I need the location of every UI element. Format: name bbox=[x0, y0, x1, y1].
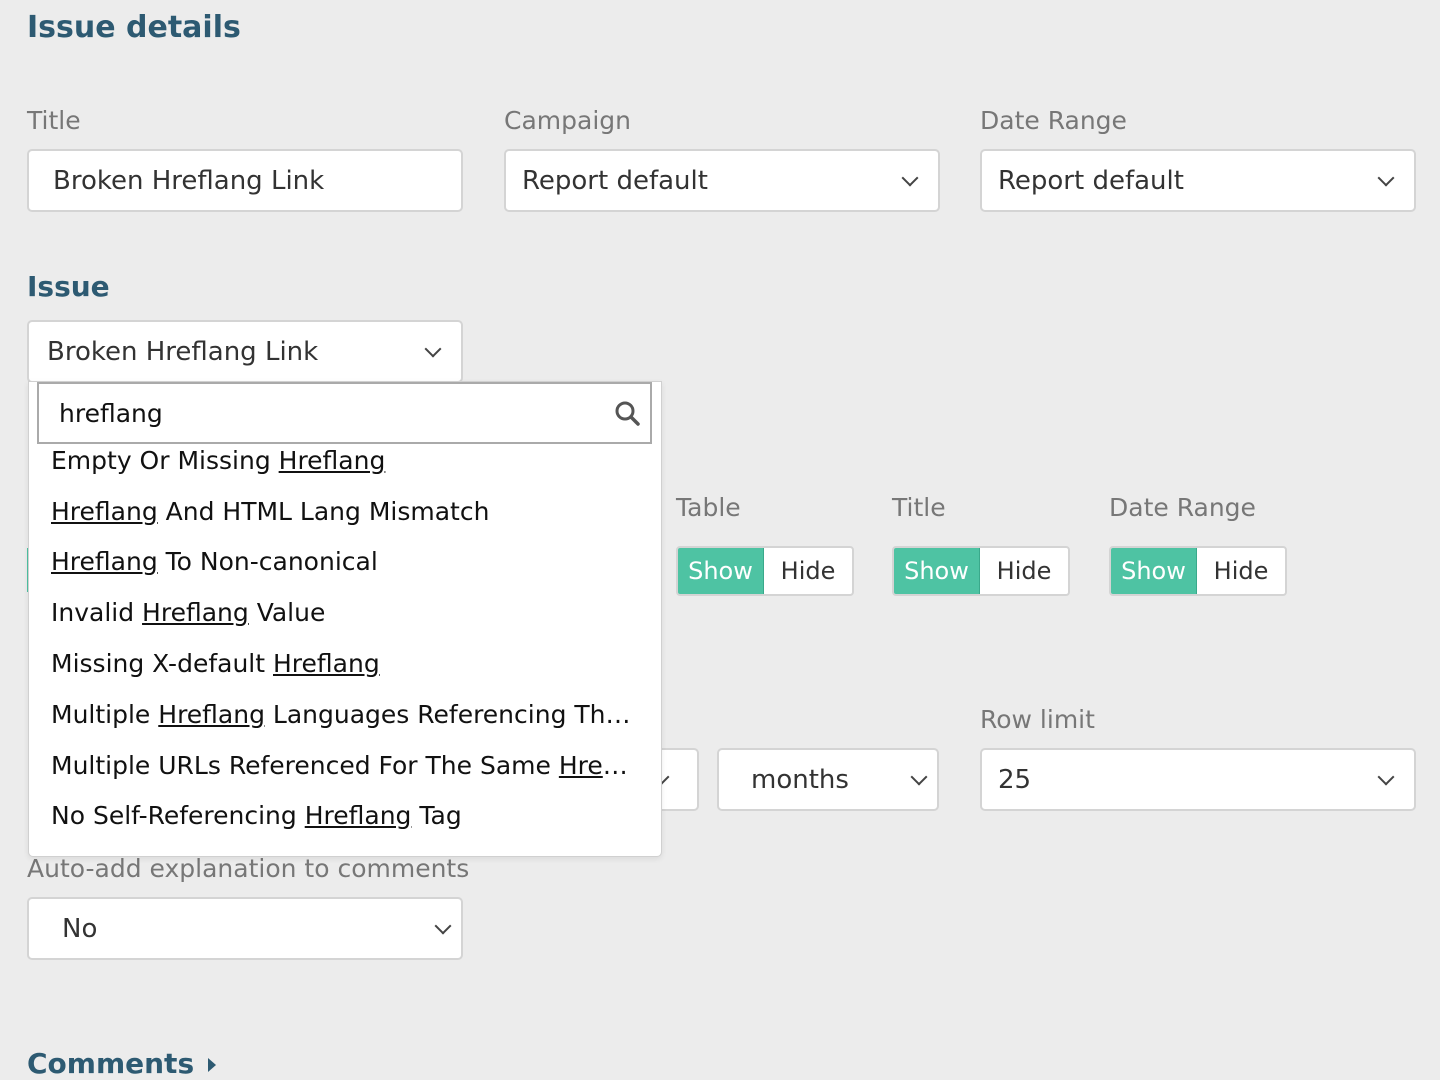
chevron-down-icon bbox=[1378, 174, 1392, 188]
date-range-label: Date Range bbox=[980, 106, 1127, 135]
period-unit-select[interactable]: months bbox=[717, 748, 939, 811]
chevron-down-icon bbox=[425, 345, 439, 359]
issue-select[interactable]: Broken Hreflang Link bbox=[27, 320, 463, 383]
auto-explanation-label: Auto-add explanation to comments bbox=[27, 854, 470, 883]
issue-dropdown-panel: Empty Or Missing Hreflang Hreflang And H… bbox=[28, 381, 662, 857]
title-label: Title bbox=[27, 106, 81, 135]
issue-option[interactable]: Multiple URLs Referenced For The Same Hr… bbox=[51, 751, 641, 780]
campaign-select-value: Report default bbox=[522, 165, 708, 196]
page-title: Issue details bbox=[27, 10, 241, 45]
issue-select-value: Broken Hreflang Link bbox=[47, 336, 319, 367]
title-visibility-toggle: Show Hide bbox=[892, 546, 1070, 596]
campaign-select[interactable]: Report default bbox=[504, 149, 940, 212]
issue-option[interactable]: Hreflang To Non-canonical bbox=[51, 547, 641, 576]
date-range-visibility-toggle: Show Hide bbox=[1109, 546, 1287, 596]
issue-option[interactable]: Missing X-default Hreflang bbox=[51, 649, 641, 678]
row-limit-select[interactable]: 25 bbox=[980, 748, 1416, 811]
row-limit-label: Row limit bbox=[980, 705, 1095, 734]
comments-toggle[interactable]: Comments bbox=[27, 1047, 217, 1080]
issue-search-input[interactable] bbox=[59, 398, 599, 428]
title-input[interactable]: Broken Hreflang Link bbox=[27, 149, 463, 212]
date-range-select-value: Report default bbox=[998, 165, 1184, 196]
chevron-down-icon bbox=[435, 922, 449, 936]
comments-label: Comments bbox=[27, 1047, 195, 1080]
table-show-button[interactable]: Show bbox=[678, 548, 764, 594]
title-toggle-label: Title bbox=[892, 493, 946, 522]
title-show-button[interactable]: Show bbox=[894, 548, 980, 594]
row-limit-value: 25 bbox=[998, 764, 1032, 795]
date-range-hide-button[interactable]: Hide bbox=[1197, 548, 1285, 594]
caret-right-icon bbox=[208, 1058, 217, 1072]
auto-explanation-value: No bbox=[62, 913, 98, 944]
search-icon bbox=[615, 401, 640, 426]
issue-option[interactable]: Hreflang And HTML Lang Mismatch bbox=[51, 497, 641, 526]
issue-search-box bbox=[37, 382, 652, 444]
issue-option[interactable]: No Self-Referencing Hreflang Tag bbox=[51, 801, 641, 830]
issue-option[interactable]: Invalid Hreflang Value bbox=[51, 598, 641, 627]
chevron-down-icon bbox=[1378, 773, 1392, 787]
table-toggle-label: Table bbox=[676, 493, 741, 522]
campaign-label: Campaign bbox=[504, 106, 631, 135]
table-hide-button[interactable]: Hide bbox=[764, 548, 852, 594]
issue-heading: Issue bbox=[27, 270, 110, 303]
date-range-select[interactable]: Report default bbox=[980, 149, 1416, 212]
date-range-show-button[interactable]: Show bbox=[1111, 548, 1197, 594]
chevron-down-icon bbox=[911, 773, 925, 787]
title-input-value: Broken Hreflang Link bbox=[53, 165, 325, 196]
issue-option[interactable]: Empty Or Missing Hreflang bbox=[51, 446, 641, 475]
auto-explanation-select[interactable]: No bbox=[27, 897, 463, 960]
chevron-down-icon bbox=[902, 174, 916, 188]
date-range-toggle-label: Date Range bbox=[1109, 493, 1256, 522]
title-hide-button[interactable]: Hide bbox=[980, 548, 1068, 594]
table-visibility-toggle: Show Hide bbox=[676, 546, 854, 596]
issue-option[interactable]: Multiple Hreflang Languages Referencing … bbox=[51, 700, 641, 729]
period-unit-value: months bbox=[751, 764, 849, 795]
